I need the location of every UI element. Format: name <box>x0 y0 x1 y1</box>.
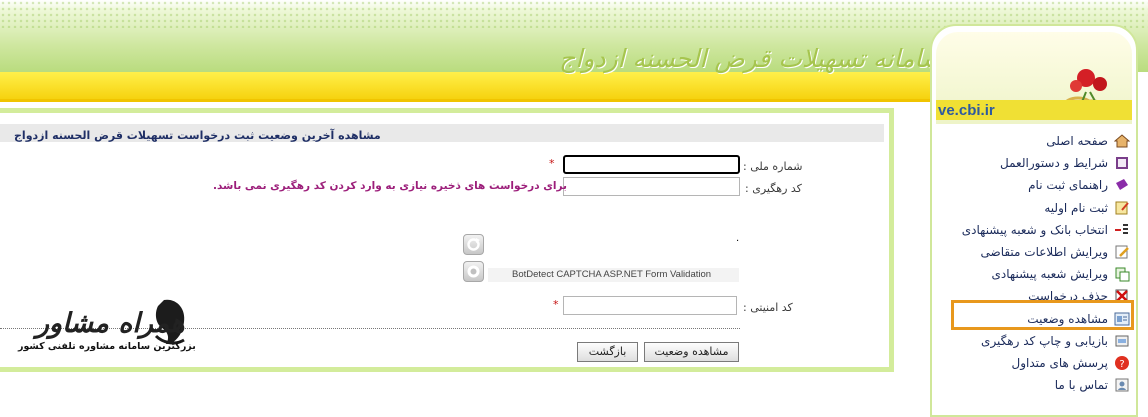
question-icon: ? <box>1115 355 1129 370</box>
select-list-icon <box>1115 223 1128 234</box>
menu-item-select-bank[interactable]: انتخاب بانک و شعبه پیشنهادی <box>932 219 1136 241</box>
contact-icon <box>1115 378 1129 392</box>
national-id-input[interactable] <box>563 155 740 174</box>
menu-item-label: ویرایش اطلاعات متقاضی <box>980 244 1108 259</box>
reload-icon <box>467 238 480 251</box>
menu-item-edit-applicant[interactable]: ویرایش اطلاعات متقاضی <box>932 241 1136 263</box>
menu-item-label: ثبت نام اولیه <box>1044 200 1108 215</box>
print-icon <box>1115 335 1129 347</box>
captcha-input[interactable] <box>563 296 737 315</box>
site-logo: ve.cbi.ir <box>938 102 995 119</box>
menu-item-label: راهنمای ثبت نام <box>1028 178 1108 193</box>
captcha-sound-button[interactable] <box>463 261 484 282</box>
menu-item-print-tracking[interactable]: بازیابی و چاپ کد رهگیری <box>932 330 1136 352</box>
menu-item-rules[interactable]: شرایط و دستورالعمل <box>932 152 1136 174</box>
captcha-image-placeholder: . <box>736 233 740 244</box>
view-status-button[interactable]: مشاهده وضعیت <box>644 342 739 362</box>
side-menu-panel: ve.cbi.ir صفحه اصلی شرایط و دستورالعمل ر… <box>930 24 1138 417</box>
system-title: سامانه تسهیلات قرض الحسنه ازدواج <box>559 44 943 73</box>
menu-item-label: بازیابی و چاپ کد رهگیری <box>981 333 1108 348</box>
menu-item-label: صفحه اصلی <box>1046 134 1108 148</box>
home-icon <box>1114 134 1130 148</box>
menu-item-edit-branch[interactable]: ویرایش شعبه پیشنهادی <box>932 263 1136 285</box>
menu-item-contact[interactable]: تماس با ما <box>932 374 1136 396</box>
edit-branch-icon <box>1115 267 1130 282</box>
tracking-code-label: کد رهگیری : <box>745 182 802 195</box>
captcha-caption: BotDetect CAPTCHA ASP.NET Form Validatio… <box>488 268 739 282</box>
menu-item-label: ویرایش شعبه پیشنهادی <box>991 267 1108 282</box>
view-status-highlight-box <box>951 300 1134 330</box>
header-yellow-band <box>0 72 935 102</box>
guide-book-icon <box>1116 179 1128 191</box>
svg-text:?: ? <box>1119 359 1124 370</box>
national-id-required-mark: * <box>549 157 555 170</box>
menu-item-label: انتخاب بانک و شعبه پیشنهادی <box>961 222 1108 237</box>
form-title: مشاهده آخرین وضعیت ثبت درخواست تسهیلات ق… <box>14 129 381 142</box>
captcha-reload-button[interactable] <box>463 234 484 255</box>
menu-item-faq[interactable]: ? پرسش های متداول <box>932 352 1136 374</box>
menu-item-registration-guide[interactable]: راهنمای ثبت نام <box>932 174 1136 196</box>
national-id-label: شماره ملی : <box>743 160 803 173</box>
menu-item-initial-registration[interactable]: ثبت نام اولیه <box>932 197 1136 219</box>
captcha-label: کد امنیتی : <box>743 301 793 314</box>
book-icon <box>1116 157 1128 170</box>
tracking-code-input[interactable] <box>563 177 740 196</box>
side-menu: صفحه اصلی شرایط و دستورالعمل راهنمای ثبت… <box>932 130 1136 396</box>
captcha-required-mark: * <box>553 298 559 311</box>
menu-item-label: شرایط و دستورالعمل <box>1000 156 1108 171</box>
speaker-icon <box>467 265 480 278</box>
menu-item-label: پرسش های متداول <box>1011 355 1108 370</box>
edit-form-icon <box>1115 201 1129 215</box>
tracking-warning-text: برای درخواست های ذخیره نیازی به وارد کرد… <box>213 180 567 192</box>
brand-tagline: بزرگترین سامانه مشاوره تلفنی کشور <box>18 341 196 352</box>
menu-item-label: تماس با ما <box>1054 378 1108 393</box>
menu-item-home[interactable]: صفحه اصلی <box>932 130 1136 152</box>
back-button[interactable]: بازگشت <box>577 342 638 362</box>
brand-name: همراه مشاور <box>36 308 185 339</box>
edit-pencil-icon <box>1115 245 1129 259</box>
form-title-bar: مشاهده آخرین وضعیت ثبت درخواست تسهیلات ق… <box>0 124 884 142</box>
